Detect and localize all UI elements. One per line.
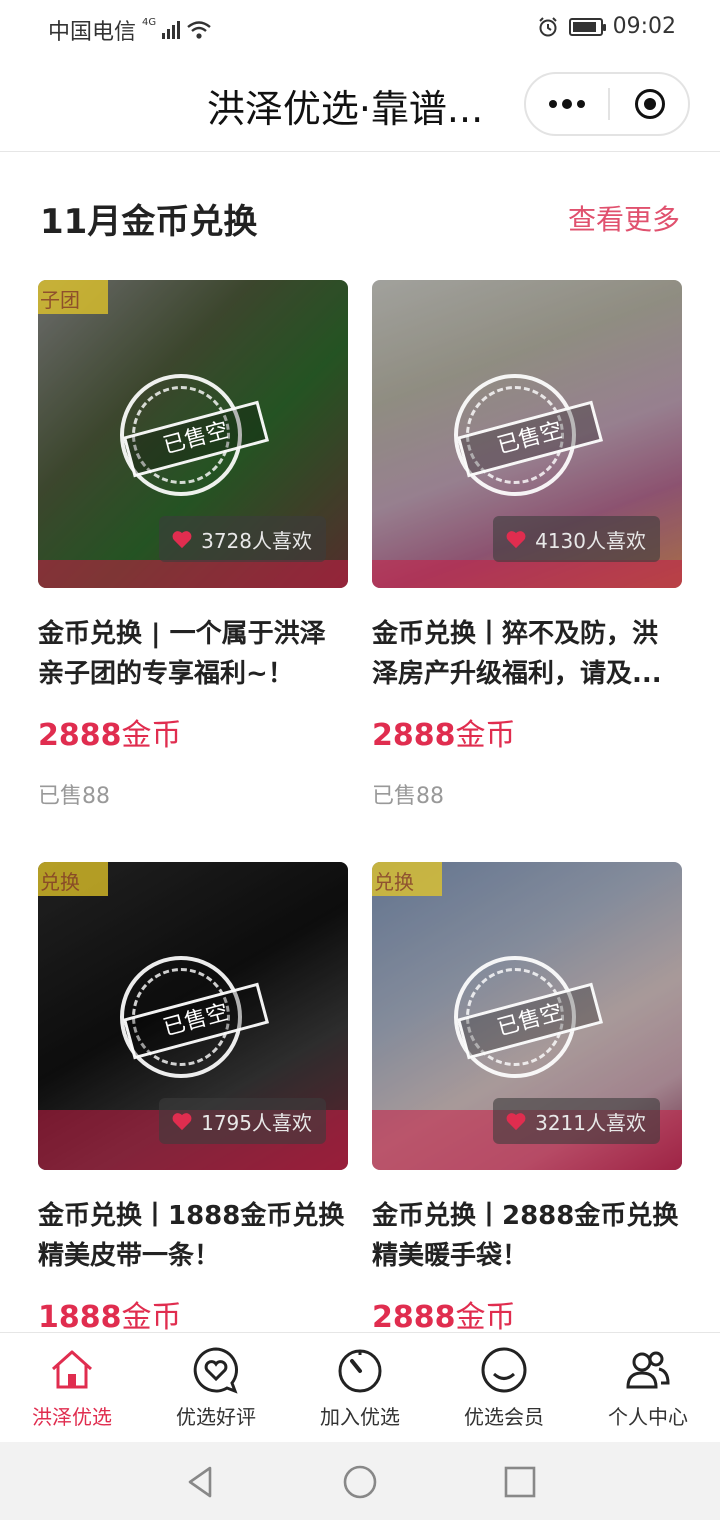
network-type: 4G <box>142 16 157 28</box>
sold-count: 已售88 <box>372 784 444 809</box>
price-number: 1888 <box>38 1300 122 1335</box>
status-right: 09:02 <box>537 14 676 39</box>
price-unit: 金币 <box>121 718 182 753</box>
carrier-name: 中国电信 <box>48 20 137 45</box>
product-price: 2888金币 <box>372 1292 682 1336</box>
view-more-link[interactable]: 查看更多 <box>568 198 680 238</box>
heart-icon <box>172 531 192 549</box>
likes-count: 3211人喜欢 <box>535 1110 646 1135</box>
tab-bar: 洪泽优选 优选好评 加入优选 优选会员 个人中心 <box>0 1332 720 1442</box>
battery-icon <box>568 17 606 36</box>
product-price: 1888金币 <box>38 1292 348 1336</box>
more-options-button[interactable] <box>526 74 608 134</box>
product-title: 金币兑换丨2888金币兑换精美暖手袋！ <box>372 1201 679 1271</box>
page-title: 洪泽优选·靠谱... <box>206 87 484 131</box>
home-icon <box>51 1350 93 1389</box>
tab-label: 优选好评 <box>176 1405 256 1429</box>
tab-home[interactable]: 洪泽优选 <box>0 1333 144 1442</box>
close-mini-program-button[interactable] <box>610 74 690 134</box>
clock: 09:02 <box>612 14 676 39</box>
status-bar: 中国电信 4G 09:02 <box>0 0 720 56</box>
product-image[interactable]: 兑换 已售空 1795人喜欢 <box>38 862 348 1170</box>
product-image[interactable]: 已售空 4130人喜欢 <box>372 280 682 588</box>
system-nav-bar <box>0 1442 720 1520</box>
likes-badge: 1795人喜欢 <box>159 1098 326 1144</box>
alarm-icon <box>538 16 557 36</box>
product-image[interactable]: 子团 已售空 3728人喜欢 <box>38 280 348 588</box>
product-card[interactable]: 兑换 已售空 3211人喜欢 金币兑换丨2888金币兑换精美暖手袋！ 2888金… <box>372 862 682 1336</box>
tab-profile[interactable]: 个人中心 <box>576 1333 720 1442</box>
product-image[interactable]: 兑换 已售空 3211人喜欢 <box>372 862 682 1170</box>
tab-label: 优选会员 <box>464 1405 544 1429</box>
likes-count: 3728人喜欢 <box>201 528 312 553</box>
image-tag: 兑换 <box>38 862 108 896</box>
sold-count: 已售88 <box>38 784 110 809</box>
timer-icon <box>338 1349 382 1393</box>
back-icon[interactable] <box>182 1464 218 1500</box>
recents-icon[interactable] <box>502 1464 538 1500</box>
tab-label: 个人中心 <box>608 1405 688 1429</box>
price-number: 2888 <box>372 718 456 753</box>
status-left: 中国电信 4G <box>48 14 212 46</box>
product-card[interactable]: 已售空 4130人喜欢 金币兑换丨猝不及防，洪泽房产升级福利，请及... 288… <box>372 280 682 810</box>
wifi-icon <box>187 21 211 39</box>
tab-join[interactable]: 加入优选 <box>288 1333 432 1442</box>
product-price: 2888金币 <box>38 710 348 754</box>
product-title: 金币兑换 | 一个属于洪泽亲子团的专享福利~！ <box>38 619 326 689</box>
likes-count: 1795人喜欢 <box>201 1110 312 1135</box>
target-icon <box>635 89 665 119</box>
tab-label: 洪泽优选 <box>32 1405 112 1429</box>
likes-badge: 3728人喜欢 <box>159 516 326 562</box>
smile-icon <box>481 1347 527 1393</box>
heart-chat-icon <box>193 1347 239 1394</box>
nav-bar: 洪泽优选·靠谱... <box>0 56 720 152</box>
heart-icon <box>506 1113 526 1131</box>
product-title: 金币兑换丨1888金币兑换精美皮带一条！ <box>38 1201 345 1271</box>
price-unit: 金币 <box>121 1300 182 1335</box>
heart-icon <box>172 1113 192 1131</box>
product-title: 金币兑换丨猝不及防，洪泽房产升级福利，请及... <box>372 619 662 689</box>
likes-badge: 3211人喜欢 <box>493 1098 660 1144</box>
signal-icon <box>162 21 181 39</box>
product-card[interactable]: 兑换 已售空 1795人喜欢 金币兑换丨1888金币兑换精美皮带一条！ 1888… <box>38 862 348 1336</box>
tab-label: 加入优选 <box>320 1405 400 1429</box>
section-title: 11月金币兑换 <box>40 202 258 242</box>
mini-program-capsule <box>524 72 690 136</box>
image-tag: 兑换 <box>372 862 442 896</box>
product-price: 2888金币 <box>372 710 682 754</box>
heart-icon <box>506 531 526 549</box>
tab-reviews[interactable]: 优选好评 <box>144 1333 288 1442</box>
price-number: 2888 <box>372 1300 456 1335</box>
image-tag: 子团 <box>38 280 108 314</box>
home-button-icon[interactable] <box>342 1464 378 1500</box>
users-icon <box>626 1351 670 1389</box>
price-number: 2888 <box>38 718 122 753</box>
price-unit: 金币 <box>455 1300 516 1335</box>
price-unit: 金币 <box>455 718 516 753</box>
likes-badge: 4130人喜欢 <box>493 516 660 562</box>
likes-count: 4130人喜欢 <box>535 528 646 553</box>
tab-membership[interactable]: 优选会员 <box>432 1333 576 1442</box>
product-card[interactable]: 子团 已售空 3728人喜欢 金币兑换 | 一个属于洪泽亲子团的专享福利~！ 2… <box>38 280 348 810</box>
